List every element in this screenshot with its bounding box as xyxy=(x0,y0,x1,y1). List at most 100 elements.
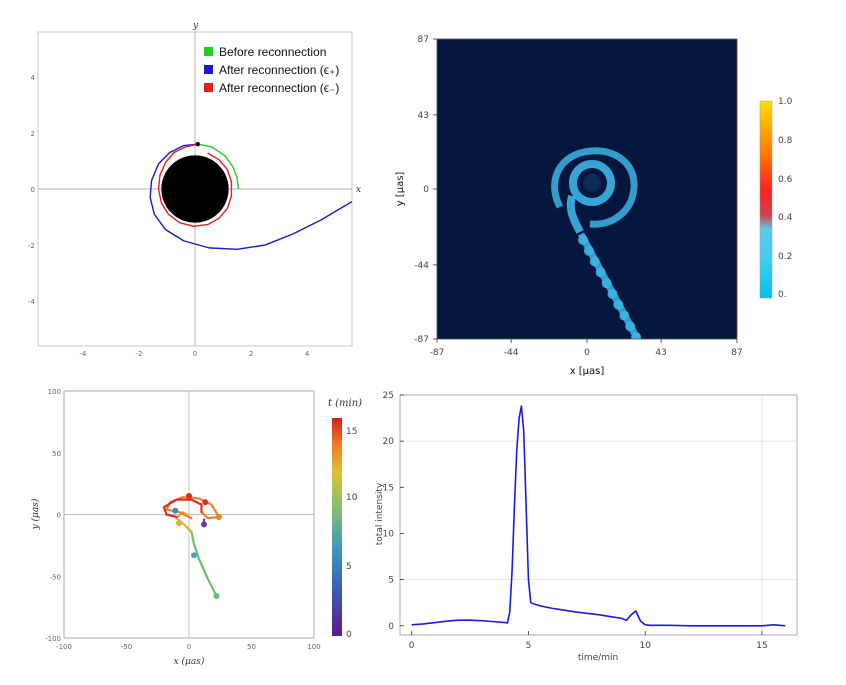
y-tick-label: 0 xyxy=(423,185,429,195)
tail-blob xyxy=(607,289,618,299)
tick-labels: -100 -50 0 50 100 100 50 0 -50 -100 xyxy=(45,388,321,651)
x-tick-label: -2 xyxy=(135,350,142,358)
y-tick-label: 43 xyxy=(418,111,429,121)
tail-blob xyxy=(578,235,588,245)
y-tick-label: 100 xyxy=(48,388,61,396)
y-tick-label: 2 xyxy=(31,130,35,138)
axes xyxy=(64,391,314,638)
y-tick-label: -87 xyxy=(414,335,429,345)
x-tick-label: 50 xyxy=(247,643,256,651)
x-tick-label: 43 xyxy=(655,348,666,358)
y-tick-label: 50 xyxy=(52,450,61,458)
plot-area xyxy=(411,405,786,627)
tail-blob xyxy=(589,256,600,267)
colorbar-tick-label: 15 xyxy=(346,427,357,437)
colorbar-tick-label: 10 xyxy=(346,493,358,503)
legend: Before reconnection After reconnection (ϵ… xyxy=(204,45,339,95)
legend-label: Before reconnection xyxy=(219,45,326,59)
colorbar-tick-label: 0 xyxy=(346,630,352,640)
y-tick-label: 4 xyxy=(31,74,36,82)
tail-blob xyxy=(583,245,594,256)
panel-image: -87 -44 0 43 87 87 43 0 -44 -87 x [μas] y [μas] 1… xyxy=(395,35,793,377)
x-tick-label: 0 xyxy=(409,641,415,651)
ring-center xyxy=(583,174,601,192)
black-hole xyxy=(161,155,229,223)
colorbar-tick-label: 1.0 xyxy=(778,97,793,107)
colorbar xyxy=(332,418,342,636)
panel-intensity: 0 5 10 150510152025 time/min total intensit… xyxy=(375,391,798,663)
x-tick-label: 5 xyxy=(526,641,532,651)
colorbar-tick-label: 5 xyxy=(346,562,352,572)
y-tick-label: 0 xyxy=(31,186,35,194)
reconnection-point xyxy=(195,141,201,147)
x-tick-label: 0 xyxy=(187,643,191,651)
colorbar-tick-label: 0.8 xyxy=(778,136,793,146)
colorbar-title: t (min) xyxy=(328,398,362,409)
time-marker xyxy=(186,492,192,499)
colorbar xyxy=(759,100,773,299)
plot-frame xyxy=(399,394,798,636)
x-axis-label: x xyxy=(356,185,361,195)
intensity-line xyxy=(411,405,786,627)
tail-blob xyxy=(625,321,636,332)
figure: -4 -2 0 2 4 -4 -2 0 2 4 x y Before reconnection Af… xyxy=(28,21,798,667)
time-marker xyxy=(216,513,222,520)
panel-track: -100 -50 0 50 100100500-50-100 x (μas) y (μa… xyxy=(30,388,362,667)
y-tick-label: 87 xyxy=(418,35,429,45)
legend-swatch xyxy=(204,83,213,92)
x-tick-label: -4 xyxy=(79,350,87,358)
time-marker xyxy=(191,552,197,559)
tail-blob xyxy=(613,299,624,310)
x-tick-label: 87 xyxy=(731,348,742,358)
x-tick-label: 2 xyxy=(249,350,253,358)
time-marker xyxy=(172,507,179,514)
x-tick-label: -50 xyxy=(121,643,132,651)
x-tick-label: 100 xyxy=(307,643,320,651)
time-marker xyxy=(202,499,209,506)
y-axis-label: total intensity xyxy=(375,482,385,545)
x-axis-label: x [μas] xyxy=(570,366,605,377)
track-segment xyxy=(190,530,218,598)
tick-labels: -4 -2 0 2 4 -4 -2 0 2 4 xyxy=(28,74,310,358)
y-tick-label: 0 xyxy=(388,622,394,632)
x-tick-label: -87 xyxy=(430,348,445,358)
legend-label: After reconnection (ϵ₊) xyxy=(219,63,339,77)
legend-swatch xyxy=(204,47,213,56)
time-marker xyxy=(176,520,182,527)
y-tick-label: -4 xyxy=(28,298,36,306)
x-tick-label: 0 xyxy=(584,348,590,358)
colorbar-tick-label: 0.2 xyxy=(778,252,792,262)
x-tick-label: 15 xyxy=(756,641,767,651)
tail-blob xyxy=(631,332,642,339)
y-tick-label: 25 xyxy=(383,391,394,401)
tail-blob xyxy=(601,278,612,289)
x-axis-label: x (μas) xyxy=(174,656,205,667)
x-axis-label: time/min xyxy=(578,653,618,663)
y-tick-label: 5 xyxy=(388,576,394,586)
x-tick-label: 0 xyxy=(193,350,197,358)
y-tick-label: 20 xyxy=(383,437,395,447)
legend-swatch xyxy=(204,65,213,74)
plot-area xyxy=(149,141,352,250)
colorbar-ticks: 1.0 0.8 0.6 0.4 0.2 0. xyxy=(778,97,793,300)
x-tick-label: 4 xyxy=(305,350,310,358)
y-tick-label: -44 xyxy=(414,261,429,271)
y-axis-label: y [μas] xyxy=(395,172,406,207)
y-tick-label: 0 xyxy=(57,512,61,520)
x-tick-label: 10 xyxy=(639,641,651,651)
gridlines xyxy=(400,395,797,635)
y-tick-label: -50 xyxy=(50,573,61,581)
y-tick-label: -2 xyxy=(28,242,35,250)
time-marker xyxy=(213,593,220,600)
time-marker xyxy=(201,521,207,528)
plot-area xyxy=(162,492,222,600)
y-axis-label: y xyxy=(192,21,199,31)
colorbar-tick-label: 0.6 xyxy=(778,175,793,185)
y-axis-label: y (μas) xyxy=(30,498,41,530)
x-tick-label: -44 xyxy=(504,348,519,358)
y-tick-label: -100 xyxy=(45,635,61,643)
tail-blob xyxy=(595,267,606,278)
legend-label: After reconnection (ϵ₋) xyxy=(219,81,339,95)
panel-trajectory: -4 -2 0 2 4 -4 -2 0 2 4 x y Before reconnection Af… xyxy=(28,21,361,358)
colorbar-tick-label: 0.4 xyxy=(778,213,793,223)
